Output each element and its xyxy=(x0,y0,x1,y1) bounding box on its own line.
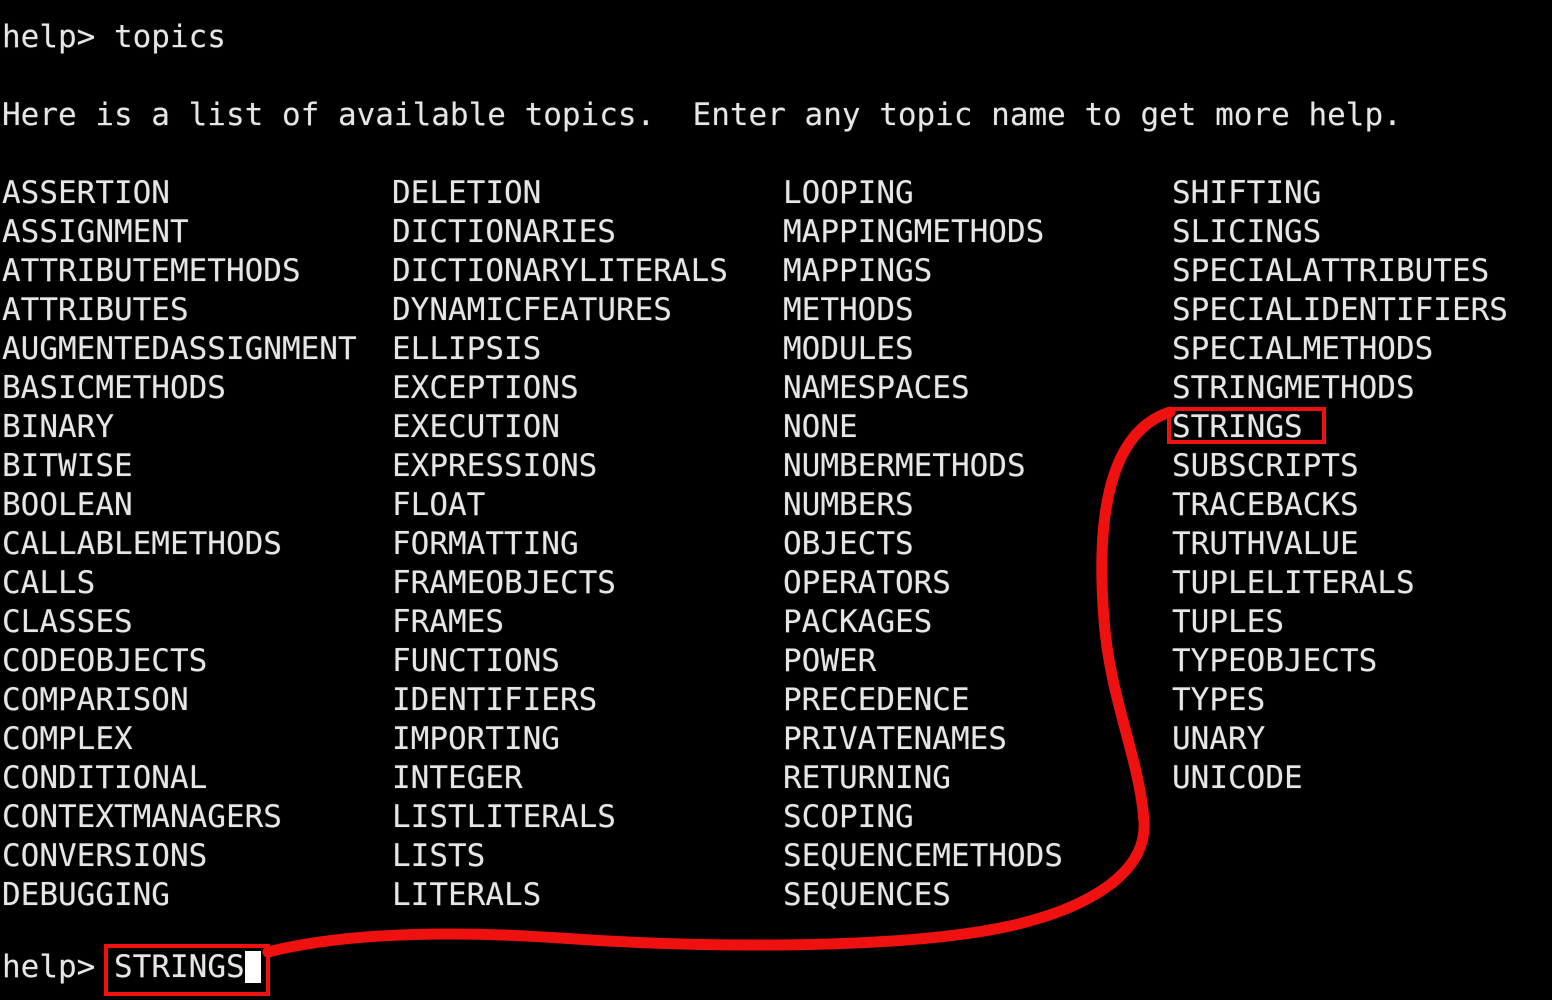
topic-item[interactable]: OBJECTS xyxy=(783,525,1063,564)
topic-item[interactable]: EXPRESSIONS xyxy=(392,447,728,486)
topic-item[interactable]: ATTRIBUTES xyxy=(2,291,357,330)
topic-item[interactable]: SPECIALIDENTIFIERS xyxy=(1172,291,1508,330)
topic-item[interactable]: BOOLEAN xyxy=(2,486,357,525)
topic-item[interactable]: LITERALS xyxy=(392,876,728,915)
topic-item[interactable]: UNARY xyxy=(1172,720,1508,759)
topic-item[interactable]: AUGMENTEDASSIGNMENT xyxy=(2,330,357,369)
topic-item[interactable]: SEQUENCEMETHODS xyxy=(783,837,1063,876)
topic-item[interactable]: TYPEOBJECTS xyxy=(1172,642,1508,681)
topic-item[interactable]: NONE xyxy=(783,408,1063,447)
topic-item[interactable]: IMPORTING xyxy=(392,720,728,759)
topic-item[interactable]: EXCEPTIONS xyxy=(392,369,728,408)
topic-item[interactable]: BITWISE xyxy=(2,447,357,486)
topic-item[interactable]: IDENTIFIERS xyxy=(392,681,728,720)
topic-item[interactable]: FRAMES xyxy=(392,603,728,642)
topic-item[interactable]: BASICMETHODS xyxy=(2,369,357,408)
topic-item[interactable]: POWER xyxy=(783,642,1063,681)
topic-item[interactable]: ATTRIBUTEMETHODS xyxy=(2,252,357,291)
topics-column-3: LOOPING MAPPINGMETHODS MAPPINGS METHODS MODU… xyxy=(783,174,1063,915)
topic-item[interactable]: SHIFTING xyxy=(1172,174,1508,213)
topic-item[interactable]: CLASSES xyxy=(2,603,357,642)
topic-item[interactable]: METHODS xyxy=(783,291,1063,330)
topic-item[interactable]: FLOAT xyxy=(392,486,728,525)
topic-item[interactable]: CONDITIONAL xyxy=(2,759,357,798)
topic-item[interactable]: UNICODE xyxy=(1172,759,1508,798)
topic-item[interactable]: NAMESPACES xyxy=(783,369,1063,408)
topic-item[interactable]: MODULES xyxy=(783,330,1063,369)
topics-column-1: ASSERTION ASSIGNMENT ATTRIBUTEMETHODS ATTRI… xyxy=(2,174,357,915)
topic-item[interactable]: TRACEBACKS xyxy=(1172,486,1508,525)
topic-item[interactable]: PRECEDENCE xyxy=(783,681,1063,720)
topic-item[interactable]: CONTEXTMANAGERS xyxy=(2,798,357,837)
topic-item[interactable]: COMPLEX xyxy=(2,720,357,759)
topic-item[interactable]: EXECUTION xyxy=(392,408,728,447)
topic-item[interactable]: SPECIALATTRIBUTES xyxy=(1172,252,1508,291)
topic-item[interactable]: TUPLES xyxy=(1172,603,1508,642)
topic-item[interactable]: BINARY xyxy=(2,408,357,447)
topic-item[interactable]: FRAMEOBJECTS xyxy=(392,564,728,603)
prompt-line-topics: help> topics xyxy=(2,19,226,55)
topic-item[interactable]: MAPPINGMETHODS xyxy=(783,213,1063,252)
topic-item[interactable]: SCOPING xyxy=(783,798,1063,837)
topic-item[interactable]: CONVERSIONS xyxy=(2,837,357,876)
topic-item[interactable]: CODEOBJECTS xyxy=(2,642,357,681)
topic-item[interactable]: PACKAGES xyxy=(783,603,1063,642)
topic-item[interactable]: CALLABLEMETHODS xyxy=(2,525,357,564)
topic-item[interactable]: SLICINGS xyxy=(1172,213,1508,252)
topic-item[interactable]: LISTLITERALS xyxy=(392,798,728,837)
topic-item[interactable]: DICTIONARIES xyxy=(392,213,728,252)
topics-column-4: SHIFTING SLICINGS SPECIALATTRIBUTES SPECIAL… xyxy=(1172,174,1508,798)
highlight-box-strings-input xyxy=(104,944,270,996)
topic-item[interactable]: MAPPINGS xyxy=(783,252,1063,291)
topic-item[interactable]: ASSERTION xyxy=(2,174,357,213)
topic-item[interactable]: INTEGER xyxy=(392,759,728,798)
topic-item[interactable]: CALLS xyxy=(2,564,357,603)
topic-item[interactable]: STRINGMETHODS xyxy=(1172,369,1508,408)
topic-item[interactable]: TRUTHVALUE xyxy=(1172,525,1508,564)
terminal-window: help> topics Here is a list of available… xyxy=(0,0,1552,1000)
topic-item[interactable]: FUNCTIONS xyxy=(392,642,728,681)
topics-column-2: DELETION DICTIONARIES DICTIONARYLITERALS DY… xyxy=(392,174,728,915)
prompt-label: help> xyxy=(2,949,96,985)
topic-item[interactable]: LOOPING xyxy=(783,174,1063,213)
topic-item[interactable]: OPERATORS xyxy=(783,564,1063,603)
topic-item[interactable]: DYNAMICFEATURES xyxy=(392,291,728,330)
highlight-box-strings-topic xyxy=(1167,407,1326,444)
topic-item[interactable]: ASSIGNMENT xyxy=(2,213,357,252)
topic-item[interactable]: NUMBERMETHODS xyxy=(783,447,1063,486)
topic-item[interactable]: SPECIALMETHODS xyxy=(1172,330,1508,369)
topic-item[interactable]: TUPLELITERALS xyxy=(1172,564,1508,603)
topic-item[interactable]: DEBUGGING xyxy=(2,876,357,915)
topic-item[interactable]: SUBSCRIPTS xyxy=(1172,447,1508,486)
topic-item[interactable]: TYPES xyxy=(1172,681,1508,720)
intro-text: Here is a list of available topics. Ente… xyxy=(2,97,1402,133)
topic-item[interactable]: DICTIONARYLITERALS xyxy=(392,252,728,291)
topic-item[interactable]: RETURNING xyxy=(783,759,1063,798)
topic-item[interactable]: LISTS xyxy=(392,837,728,876)
topic-item[interactable]: ELLIPSIS xyxy=(392,330,728,369)
topic-item[interactable]: FORMATTING xyxy=(392,525,728,564)
topic-item[interactable]: SEQUENCES xyxy=(783,876,1063,915)
topic-item[interactable]: DELETION xyxy=(392,174,728,213)
topic-item[interactable]: COMPARISON xyxy=(2,681,357,720)
topic-item[interactable]: NUMBERS xyxy=(783,486,1063,525)
topic-item[interactable]: PRIVATENAMES xyxy=(783,720,1063,759)
